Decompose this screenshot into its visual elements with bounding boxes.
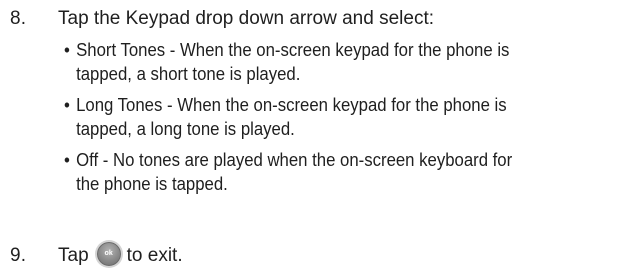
instruction-page: 8. Tap the Keypad drop down arrow and se… bbox=[0, 0, 636, 277]
step-9-text-after: to exit. bbox=[126, 245, 183, 266]
step-9-text-before: Tap bbox=[58, 245, 89, 266]
step-8-text: Tap the Keypad drop down arrow and selec… bbox=[58, 8, 435, 29]
step-8-number: 8. bbox=[10, 8, 27, 29]
bullet-line: Off - No tones are played when the on-sc… bbox=[76, 150, 513, 170]
bullet-dot: • bbox=[64, 40, 70, 60]
list-item-off: • Off - No tones are played when the on-… bbox=[64, 148, 636, 196]
bullet-line: the phone is tapped. bbox=[76, 174, 228, 194]
step-9-text: Tap ok to exit. bbox=[58, 242, 183, 268]
bullet-line: Short Tones - When the on-screen keypad … bbox=[76, 40, 510, 60]
bullet-line: Long Tones - When the on-screen keypad f… bbox=[76, 95, 507, 115]
list-item-short-tones: • Short Tones - When the on-screen keypa… bbox=[64, 38, 636, 86]
keypad-options-list: • Short Tones - When the on-screen keypa… bbox=[64, 38, 632, 203]
bullet-line: tapped, a short tone is played. bbox=[76, 64, 301, 84]
bullet-dot: • bbox=[64, 95, 70, 115]
bullet-line: tapped, a long tone is played. bbox=[76, 119, 295, 139]
bullet-dot: • bbox=[64, 150, 70, 170]
ok-button-icon: ok bbox=[96, 242, 121, 267]
step-9-number: 9. bbox=[10, 245, 27, 266]
list-item-long-tones: • Long Tones - When the on-screen keypad… bbox=[64, 93, 636, 141]
